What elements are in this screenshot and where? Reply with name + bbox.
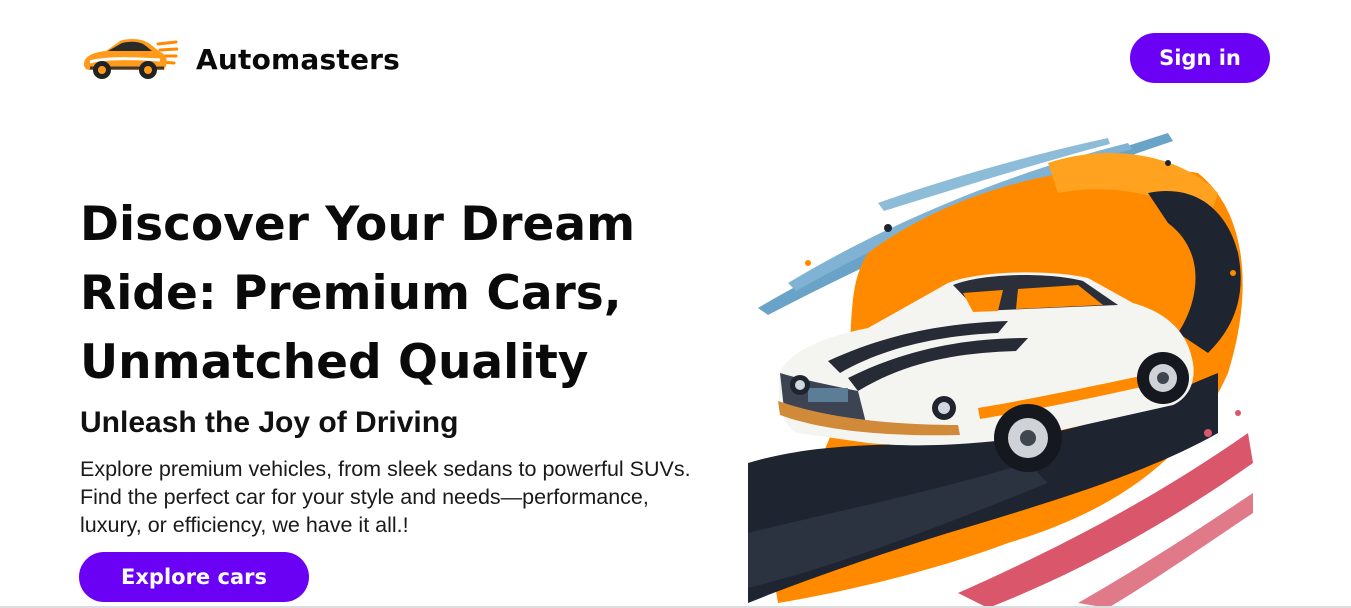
hero-image xyxy=(748,133,1258,608)
hero-description: Explore premium vehicles, from sleek sed… xyxy=(80,457,691,537)
hero-subtitle: Unleash the Joy of Driving xyxy=(80,406,459,439)
muscle-car-illustration-icon xyxy=(748,133,1253,608)
brand-logo[interactable]: Automasters xyxy=(80,34,400,84)
brand-name: Automasters xyxy=(196,42,401,76)
landing-page: Automasters Sign in Discover Your Dream … xyxy=(0,0,1351,608)
explore-cars-button[interactable]: Explore cars xyxy=(79,552,309,602)
sign-in-button[interactable]: Sign in xyxy=(1130,33,1270,83)
hero-title: Discover Your Dream Ride: Premium Cars, … xyxy=(80,197,636,390)
car-logo-icon xyxy=(84,39,178,79)
